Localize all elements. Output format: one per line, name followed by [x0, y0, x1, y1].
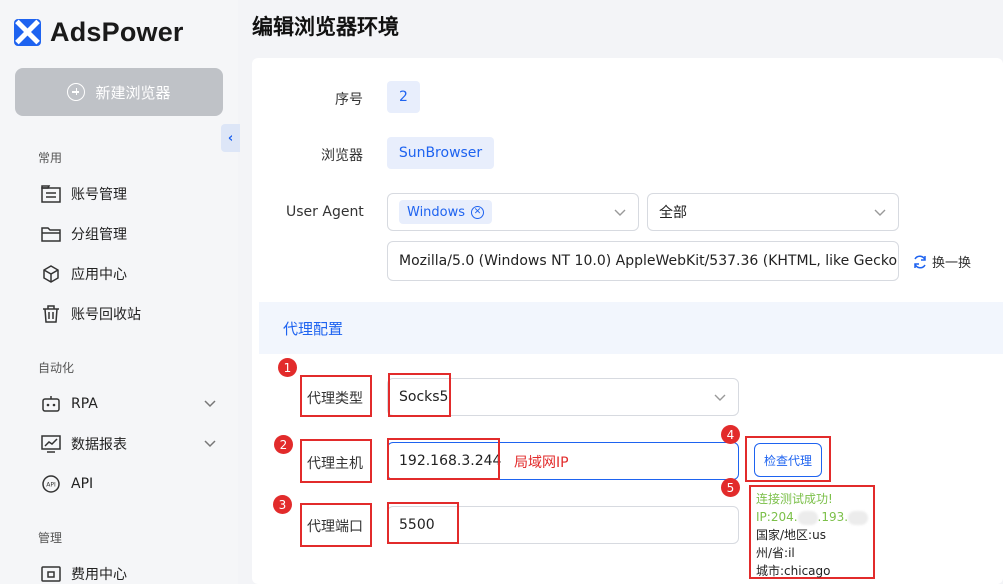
sidebar-item-rpa[interactable]: RPA — [40, 393, 218, 415]
refresh-icon — [914, 254, 926, 269]
sidebar-item-label: 应用中心 — [71, 267, 127, 283]
annotation-3: 3 — [273, 495, 292, 514]
sidebar-item-label: 数据报表 — [71, 437, 127, 453]
page-title: 编辑浏览器环境 — [252, 15, 399, 39]
sidebar-item-api[interactable]: API API — [40, 473, 218, 495]
chevron-down-icon — [714, 394, 726, 401]
sidebar-item-reports[interactable]: 数据报表 — [40, 433, 218, 455]
redacted-mark — [848, 510, 869, 525]
proxy-port-label: 代理端口 — [307, 519, 363, 535]
annotation-5: 5 — [721, 478, 740, 497]
sidebar-item-app-center[interactable]: 应用中心 — [40, 263, 218, 285]
section-label-automation: 自动化 — [38, 361, 75, 375]
browser-label: 浏览器 — [321, 148, 363, 164]
account-list-icon — [40, 184, 61, 205]
result-city: 城市:chicago — [756, 564, 831, 578]
serial-value: 2 — [387, 81, 420, 113]
sidebar-item-accounts[interactable]: 账号管理 — [40, 183, 218, 205]
user-agent-value: Mozilla/5.0 (Windows NT 10.0) AppleWebKi… — [399, 253, 898, 269]
sidebar-item-label: 费用中心 — [71, 567, 127, 583]
sidebar-item-label: 账号管理 — [71, 187, 127, 203]
redacted-mark — [797, 510, 818, 525]
ua-os-select[interactable]: Windows ✕ — [387, 193, 639, 231]
check-proxy-label: 检查代理 — [763, 453, 812, 468]
section-label-management: 管理 — [38, 531, 63, 545]
user-agent-input[interactable]: Mozilla/5.0 (Windows NT 10.0) AppleWebKi… — [387, 241, 899, 281]
sidebar-item-groups[interactable]: 分组管理 — [40, 223, 218, 245]
svg-text:API: API — [46, 482, 56, 489]
cube-icon — [40, 264, 61, 285]
host-note: 局域网IP — [514, 455, 569, 471]
new-browser-button[interactable]: 新建浏览器 — [15, 68, 223, 116]
remove-chip-icon[interactable]: ✕ — [471, 205, 485, 219]
billing-icon — [40, 564, 61, 584]
annotation-1: 1 — [278, 358, 297, 377]
annotation-box-type-value — [388, 373, 451, 417]
swap-label: 换一换 — [932, 256, 972, 271]
annotation-box-port-value — [387, 502, 459, 544]
adspower-logo-icon — [14, 19, 41, 46]
trash-icon — [40, 304, 61, 325]
chevron-down-icon — [204, 400, 216, 408]
annotation-2: 2 — [274, 435, 293, 454]
user-agent-label: User Agent — [286, 204, 364, 220]
proxy-type-label: 代理类型 — [307, 391, 363, 407]
sidebar-item-recycle-bin[interactable]: 账号回收站 — [40, 303, 218, 325]
annotation-4: 4 — [721, 425, 740, 444]
proxy-check-result: 连接测试成功! IP:204. .193. 国家/地区:us 州/省:il 城市:… — [749, 485, 875, 579]
sidebar-item-label: 账号回收站 — [71, 307, 141, 323]
sidebar: AdsPower 新建浏览器 ‹ 常用 账号管理 分组管理 应用中心 账号回收站… — [0, 0, 240, 584]
sidebar-item-billing[interactable]: 费用中心 — [40, 563, 218, 584]
annotation-box-host-value — [387, 438, 500, 480]
api-icon: API — [40, 474, 61, 495]
chart-icon — [40, 434, 61, 455]
plus-circle-icon — [67, 83, 86, 101]
proxy-section-header: 代理配置 — [259, 302, 1003, 354]
brand-name: AdsPower — [50, 17, 184, 47]
sidebar-item-label: RPA — [71, 396, 98, 412]
result-status: 连接测试成功! — [756, 492, 833, 506]
robot-icon — [40, 394, 61, 415]
proxy-section-title: 代理配置 — [283, 319, 344, 338]
sidebar-item-label: API — [71, 476, 94, 492]
proxy-host-label: 代理主机 — [307, 456, 363, 472]
result-state: 州/省:il — [756, 546, 795, 560]
result-country: 国家/地区:us — [756, 528, 826, 542]
section-label-common: 常用 — [38, 151, 63, 165]
check-proxy-button[interactable]: 检查代理 — [754, 443, 822, 477]
collapse-sidebar-button[interactable]: ‹ — [221, 124, 240, 152]
result-ip: IP:204. .193. — [756, 508, 873, 526]
new-browser-label: 新建浏览器 — [95, 83, 171, 102]
ua-version-select[interactable]: 全部 — [647, 193, 899, 231]
os-chip-label: Windows — [407, 204, 466, 220]
logo[interactable]: AdsPower — [14, 17, 184, 48]
chevron-down-icon — [874, 209, 886, 216]
folder-icon — [40, 224, 61, 245]
serial-label: 序号 — [335, 92, 363, 108]
sidebar-item-label: 分组管理 — [71, 227, 127, 243]
os-chip[interactable]: Windows ✕ — [399, 200, 493, 224]
ua-version-value: 全部 — [659, 205, 687, 221]
swap-ua-button[interactable]: 换一换 — [912, 252, 971, 271]
chevron-down-icon — [204, 440, 216, 448]
browser-value: SunBrowser — [387, 137, 494, 169]
chevron-down-icon — [614, 209, 626, 216]
